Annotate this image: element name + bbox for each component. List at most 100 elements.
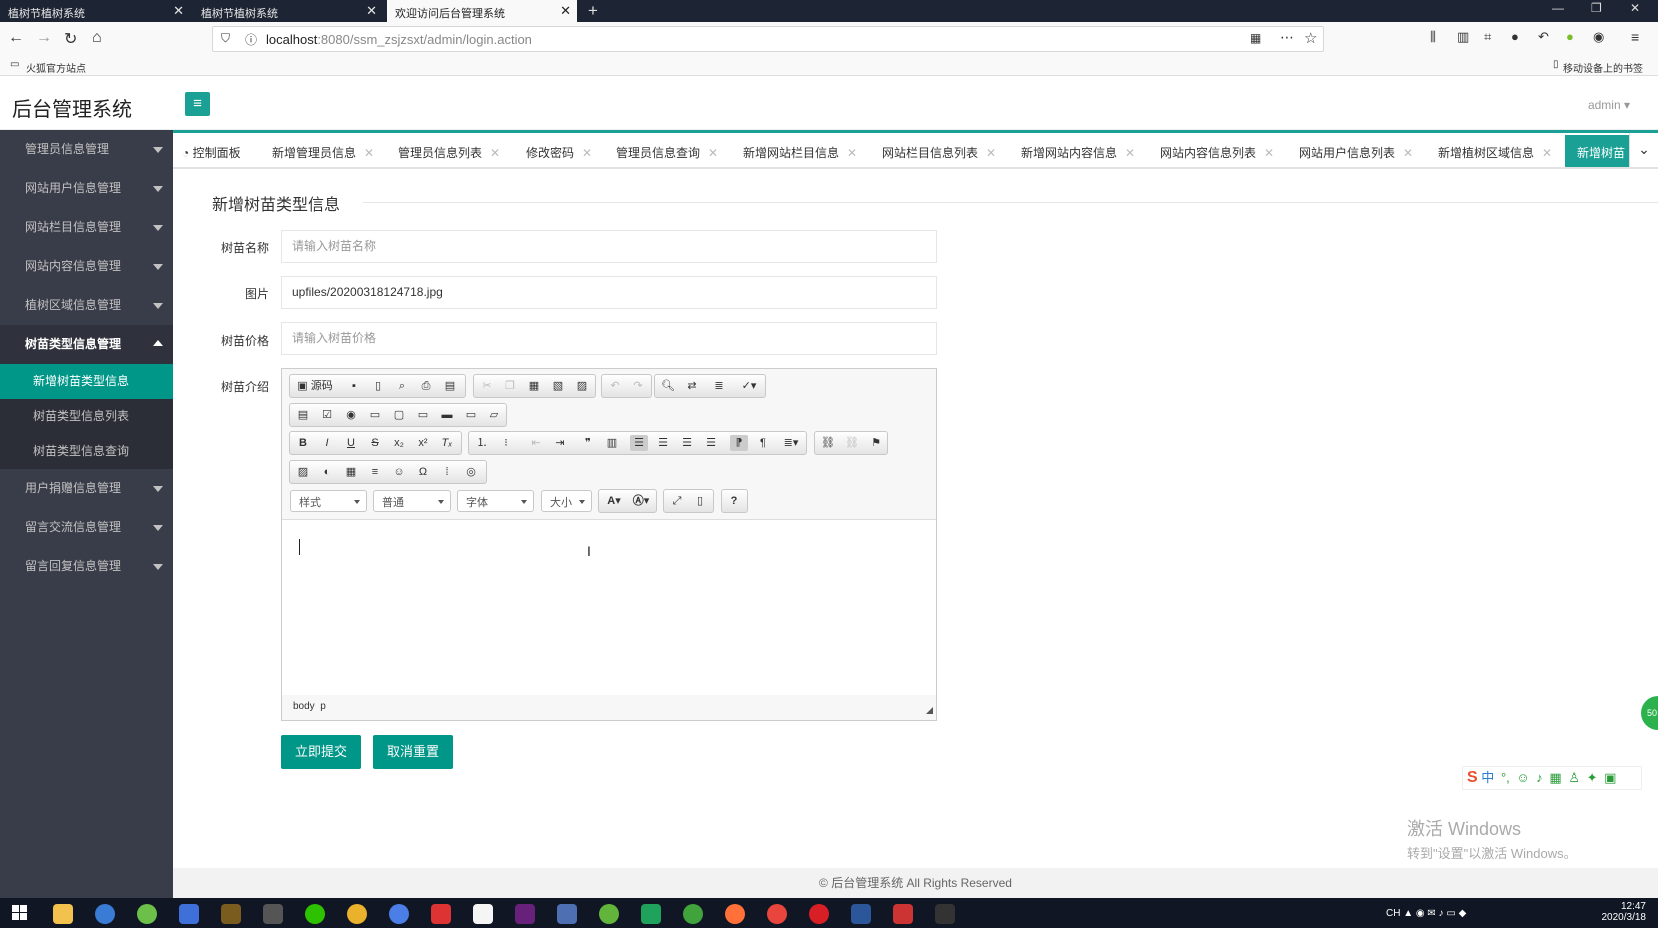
align-right-icon[interactable]: ☰ <box>678 435 696 451</box>
find-icon[interactable]: 🔍︎ <box>659 378 677 394</box>
close-icon[interactable]: ✕ <box>986 146 996 160</box>
reset-button[interactable]: 取消重置 <box>373 735 453 769</box>
crop-icon[interactable]: ⌗ <box>1484 29 1491 45</box>
sidebar-item-areas[interactable]: 植树区域信息管理 <box>0 286 173 325</box>
select-all-icon[interactable]: ≣ <box>710 378 728 394</box>
preview-icon[interactable]: ⌕ <box>393 378 411 394</box>
sidebar-item-admin[interactable]: 管理员信息管理 <box>0 130 173 169</box>
minimize-icon[interactable]: — <box>1552 1 1564 15</box>
anchor-icon[interactable]: ⚑ <box>867 435 885 451</box>
maximize-icon[interactable]: ⤢ <box>668 493 686 509</box>
toolbox-icon[interactable]: ▣ <box>1604 770 1616 785</box>
align-center-icon[interactable]: ☰ <box>654 435 672 451</box>
price-input[interactable]: 请输入树苗价格 <box>281 322 937 355</box>
emoji-icon[interactable]: ☺ <box>1516 770 1529 785</box>
background-color-icon[interactable]: Ⓐ▾ <box>629 493 653 509</box>
restore-icon[interactable]: ❐ <box>1591 1 1602 15</box>
clock[interactable]: 12:47 2020/3/18 <box>1590 901 1647 923</box>
bulleted-list-icon[interactable]: ⁝ <box>497 435 515 451</box>
new-page-icon[interactable]: ▯ <box>369 378 387 394</box>
close-icon[interactable]: ✕ <box>490 146 500 160</box>
keyboard-icon[interactable]: ▦ <box>1549 770 1561 785</box>
align-left-icon[interactable]: ☰ <box>630 435 648 451</box>
ime-language[interactable]: 中 <box>1481 770 1494 785</box>
close-icon[interactable]: ✕ <box>582 146 592 160</box>
floating-ball-icon[interactable]: 50 <box>1641 696 1658 730</box>
browser-tab-2[interactable]: 植树节植树系统 ✕ <box>193 0 383 22</box>
tab-admin-list[interactable]: 管理员信息列表 ✕ <box>398 144 500 161</box>
library-icon[interactable]: ⫼ <box>1430 29 1436 45</box>
table-icon[interactable]: ▦ <box>342 464 360 480</box>
resize-handle-icon[interactable] <box>926 707 933 714</box>
menu-icon[interactable]: ≡ <box>1631 29 1639 45</box>
underline-icon[interactable]: U <box>342 435 360 451</box>
chrome-icon[interactable] <box>347 904 367 924</box>
tab-admin-query[interactable]: 管理员信息查询 ✕ <box>616 144 718 161</box>
app-pdf-icon[interactable] <box>893 904 913 924</box>
tab-change-password[interactable]: 修改密码 ✕ <box>526 144 592 161</box>
spellcheck-icon[interactable]: ✓▾ <box>737 378 761 394</box>
superscript-icon[interactable]: x² <box>414 435 432 451</box>
bookmark-mobile[interactable]: 移动设备上的书签 <box>1563 60 1643 75</box>
copy-icon[interactable]: ❐ <box>501 378 519 394</box>
show-blocks-icon[interactable]: ▯ <box>691 493 709 509</box>
account-icon[interactable]: ◉ <box>1593 29 1604 45</box>
smiley-icon[interactable]: ☺ <box>390 464 408 480</box>
menu-toggle-button[interactable]: ≡ <box>185 92 210 116</box>
subscript-icon[interactable]: x₂ <box>390 435 408 451</box>
visual-studio-icon[interactable] <box>515 904 535 924</box>
tab-add-area[interactable]: 新增植树区域信息 ✕ <box>1438 144 1552 161</box>
text-color-icon[interactable]: A▾ <box>603 493 625 509</box>
italic-icon[interactable]: I <box>318 435 336 451</box>
format-select[interactable]: 普通 <box>373 490 451 512</box>
close-icon[interactable]: ✕ <box>1542 146 1552 160</box>
iframe-icon[interactable]: ◎ <box>462 464 480 480</box>
microphone-icon[interactable]: ♪ <box>1536 770 1543 785</box>
language-icon[interactable]: ≣▾ <box>779 435 803 451</box>
app-feather-icon[interactable] <box>179 904 199 924</box>
app-tools-icon[interactable] <box>263 904 283 924</box>
radio-icon[interactable]: ◉ <box>342 407 360 423</box>
select-icon[interactable]: ▭ <box>414 407 432 423</box>
new-tab-icon[interactable]: + <box>588 0 598 22</box>
tab-dashboard[interactable]: ◔ 控制面板 <box>182 144 241 161</box>
url-text[interactable]: localhost:8080/ssm_zsjzsxt/admin/login.a… <box>266 32 532 47</box>
tab-add-admin[interactable]: 新增管理员信息 ✕ <box>272 144 374 161</box>
app-leaf-icon[interactable] <box>641 904 661 924</box>
path-p[interactable]: p <box>320 701 326 712</box>
chrome-alt-icon[interactable] <box>767 904 787 924</box>
templates-icon[interactable]: ▤ <box>441 378 459 394</box>
app-360safe-icon[interactable] <box>683 904 703 924</box>
rtl-icon[interactable]: ¶ <box>754 435 772 451</box>
sidebar-item-donations[interactable]: 用户捐赠信息管理 <box>0 469 173 508</box>
checkbox-icon[interactable]: ☑ <box>318 407 336 423</box>
window-close-icon[interactable]: ✕ <box>1630 1 1640 15</box>
sidebar-item-messages[interactable]: 留言交流信息管理 <box>0 508 173 547</box>
app-red-icon[interactable] <box>431 904 451 924</box>
app-green-icon[interactable] <box>599 904 619 924</box>
close-icon[interactable]: ✕ <box>1264 146 1274 160</box>
browser-tab-1[interactable]: 植树节植树系统 ✕ <box>0 0 190 22</box>
skin-icon[interactable]: ✦ <box>1587 770 1598 785</box>
file-explorer-icon[interactable] <box>53 904 73 924</box>
textfield-icon[interactable]: ▭ <box>366 407 384 423</box>
font-select[interactable]: 字体 <box>457 490 534 512</box>
unlink-icon[interactable]: ⛓ <box>843 435 861 451</box>
sidebar-item-seedling-types[interactable]: 树苗类型信息管理 <box>0 325 173 364</box>
textarea-icon[interactable]: ▢ <box>390 407 408 423</box>
div-icon[interactable]: ▥ <box>603 435 621 451</box>
forward-icon[interactable]: → <box>36 29 52 47</box>
qr-icon[interactable]: ▦ <box>1250 31 1261 45</box>
close-icon[interactable]: ✕ <box>1125 146 1135 160</box>
close-icon[interactable]: ✕ <box>173 3 184 19</box>
app-eclipse-icon[interactable] <box>557 904 577 924</box>
app-qq-icon[interactable] <box>473 904 493 924</box>
help-icon[interactable]: ? <box>725 493 743 509</box>
image-input[interactable]: upfiles/20200318124718.jpg <box>281 276 937 309</box>
app-editor-icon[interactable] <box>935 904 955 924</box>
shield-icon[interactable]: ⛉ <box>221 31 230 46</box>
close-icon[interactable]: ✕ <box>1403 146 1413 160</box>
special-char-icon[interactable]: Ω <box>414 464 432 480</box>
name-input[interactable]: 请输入树苗名称 <box>281 230 937 263</box>
app-minecraft-icon[interactable] <box>221 904 241 924</box>
